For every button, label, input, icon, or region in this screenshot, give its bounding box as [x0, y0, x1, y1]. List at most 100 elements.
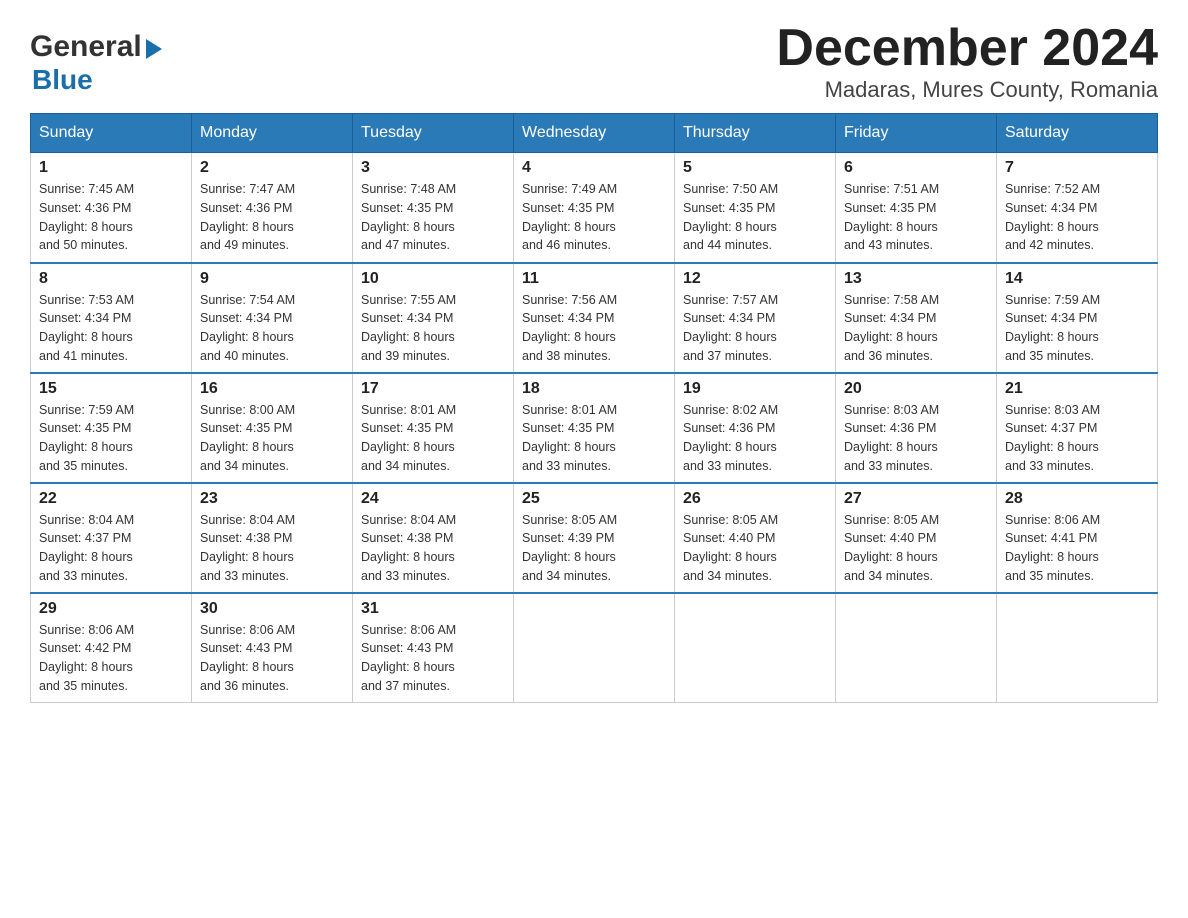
header-wednesday: Wednesday — [514, 114, 675, 153]
calendar-day-cell: 5 Sunrise: 7:50 AM Sunset: 4:35 PM Dayli… — [675, 153, 836, 263]
calendar-day-cell: 14 Sunrise: 7:59 AM Sunset: 4:34 PM Dayl… — [997, 263, 1158, 373]
day-number: 6 — [844, 159, 988, 177]
day-number: 4 — [522, 159, 666, 177]
day-info: Sunrise: 8:06 AM Sunset: 4:43 PM Dayligh… — [200, 621, 344, 696]
calendar-title: December 2024 — [776, 20, 1158, 77]
day-number: 28 — [1005, 490, 1149, 508]
calendar-day-cell — [997, 593, 1158, 703]
day-info: Sunrise: 7:56 AM Sunset: 4:34 PM Dayligh… — [522, 291, 666, 366]
logo: General Blue — [30, 20, 162, 96]
calendar-day-cell: 13 Sunrise: 7:58 AM Sunset: 4:34 PM Dayl… — [836, 263, 997, 373]
day-info: Sunrise: 8:04 AM Sunset: 4:38 PM Dayligh… — [361, 511, 505, 586]
day-info: Sunrise: 8:01 AM Sunset: 4:35 PM Dayligh… — [522, 401, 666, 476]
day-info: Sunrise: 7:51 AM Sunset: 4:35 PM Dayligh… — [844, 180, 988, 255]
day-info: Sunrise: 7:58 AM Sunset: 4:34 PM Dayligh… — [844, 291, 988, 366]
day-number: 14 — [1005, 270, 1149, 288]
day-info: Sunrise: 7:55 AM Sunset: 4:34 PM Dayligh… — [361, 291, 505, 366]
calendar-day-cell: 2 Sunrise: 7:47 AM Sunset: 4:36 PM Dayli… — [192, 153, 353, 263]
day-info: Sunrise: 8:01 AM Sunset: 4:35 PM Dayligh… — [361, 401, 505, 476]
day-info: Sunrise: 8:05 AM Sunset: 4:40 PM Dayligh… — [683, 511, 827, 586]
calendar-day-cell: 7 Sunrise: 7:52 AM Sunset: 4:34 PM Dayli… — [997, 153, 1158, 263]
day-number: 10 — [361, 270, 505, 288]
day-number: 2 — [200, 159, 344, 177]
logo-blue-text: Blue — [32, 64, 93, 96]
calendar-day-cell: 22 Sunrise: 8:04 AM Sunset: 4:37 PM Dayl… — [31, 483, 192, 593]
day-number: 27 — [844, 490, 988, 508]
day-info: Sunrise: 8:02 AM Sunset: 4:36 PM Dayligh… — [683, 401, 827, 476]
day-info: Sunrise: 7:48 AM Sunset: 4:35 PM Dayligh… — [361, 180, 505, 255]
day-number: 9 — [200, 270, 344, 288]
day-info: Sunrise: 8:00 AM Sunset: 4:35 PM Dayligh… — [200, 401, 344, 476]
day-number: 29 — [39, 600, 183, 618]
day-number: 8 — [39, 270, 183, 288]
calendar-day-cell — [675, 593, 836, 703]
day-number: 23 — [200, 490, 344, 508]
page-header: General Blue December 2024 Madaras, Mure… — [30, 20, 1158, 103]
calendar-day-cell: 4 Sunrise: 7:49 AM Sunset: 4:35 PM Dayli… — [514, 153, 675, 263]
day-info: Sunrise: 8:04 AM Sunset: 4:38 PM Dayligh… — [200, 511, 344, 586]
calendar-day-cell: 17 Sunrise: 8:01 AM Sunset: 4:35 PM Dayl… — [353, 373, 514, 483]
day-number: 7 — [1005, 159, 1149, 177]
day-info: Sunrise: 7:54 AM Sunset: 4:34 PM Dayligh… — [200, 291, 344, 366]
calendar-day-cell: 8 Sunrise: 7:53 AM Sunset: 4:34 PM Dayli… — [31, 263, 192, 373]
day-number: 21 — [1005, 380, 1149, 398]
day-info: Sunrise: 8:03 AM Sunset: 4:36 PM Dayligh… — [844, 401, 988, 476]
header-tuesday: Tuesday — [353, 114, 514, 153]
day-info: Sunrise: 7:53 AM Sunset: 4:34 PM Dayligh… — [39, 291, 183, 366]
calendar-table: Sunday Monday Tuesday Wednesday Thursday… — [30, 113, 1158, 703]
day-number: 19 — [683, 380, 827, 398]
calendar-day-cell: 24 Sunrise: 8:04 AM Sunset: 4:38 PM Dayl… — [353, 483, 514, 593]
day-info: Sunrise: 8:04 AM Sunset: 4:37 PM Dayligh… — [39, 511, 183, 586]
calendar-week-row: 1 Sunrise: 7:45 AM Sunset: 4:36 PM Dayli… — [31, 153, 1158, 263]
calendar-day-cell: 10 Sunrise: 7:55 AM Sunset: 4:34 PM Dayl… — [353, 263, 514, 373]
calendar-day-cell: 1 Sunrise: 7:45 AM Sunset: 4:36 PM Dayli… — [31, 153, 192, 263]
day-number: 31 — [361, 600, 505, 618]
day-number: 1 — [39, 159, 183, 177]
calendar-day-cell: 30 Sunrise: 8:06 AM Sunset: 4:43 PM Dayl… — [192, 593, 353, 703]
calendar-day-cell: 21 Sunrise: 8:03 AM Sunset: 4:37 PM Dayl… — [997, 373, 1158, 483]
day-info: Sunrise: 7:45 AM Sunset: 4:36 PM Dayligh… — [39, 180, 183, 255]
day-number: 24 — [361, 490, 505, 508]
logo-arrow-icon — [146, 39, 162, 59]
day-info: Sunrise: 7:47 AM Sunset: 4:36 PM Dayligh… — [200, 180, 344, 255]
day-info: Sunrise: 8:03 AM Sunset: 4:37 PM Dayligh… — [1005, 401, 1149, 476]
calendar-day-cell — [514, 593, 675, 703]
day-info: Sunrise: 8:05 AM Sunset: 4:40 PM Dayligh… — [844, 511, 988, 586]
header-sunday: Sunday — [31, 114, 192, 153]
calendar-day-cell: 29 Sunrise: 8:06 AM Sunset: 4:42 PM Dayl… — [31, 593, 192, 703]
calendar-day-cell: 18 Sunrise: 8:01 AM Sunset: 4:35 PM Dayl… — [514, 373, 675, 483]
day-number: 15 — [39, 380, 183, 398]
calendar-day-cell: 9 Sunrise: 7:54 AM Sunset: 4:34 PM Dayli… — [192, 263, 353, 373]
day-number: 18 — [522, 380, 666, 398]
calendar-week-row: 8 Sunrise: 7:53 AM Sunset: 4:34 PM Dayli… — [31, 263, 1158, 373]
day-number: 25 — [522, 490, 666, 508]
day-number: 20 — [844, 380, 988, 398]
day-number: 17 — [361, 380, 505, 398]
header-monday: Monday — [192, 114, 353, 153]
calendar-week-row: 22 Sunrise: 8:04 AM Sunset: 4:37 PM Dayl… — [31, 483, 1158, 593]
calendar-day-cell: 26 Sunrise: 8:05 AM Sunset: 4:40 PM Dayl… — [675, 483, 836, 593]
day-number: 26 — [683, 490, 827, 508]
calendar-day-cell: 23 Sunrise: 8:04 AM Sunset: 4:38 PM Dayl… — [192, 483, 353, 593]
calendar-day-cell — [836, 593, 997, 703]
day-info: Sunrise: 8:06 AM Sunset: 4:41 PM Dayligh… — [1005, 511, 1149, 586]
calendar-week-row: 29 Sunrise: 8:06 AM Sunset: 4:42 PM Dayl… — [31, 593, 1158, 703]
day-number: 5 — [683, 159, 827, 177]
header-friday: Friday — [836, 114, 997, 153]
day-info: Sunrise: 7:59 AM Sunset: 4:35 PM Dayligh… — [39, 401, 183, 476]
calendar-subtitle: Madaras, Mures County, Romania — [776, 77, 1158, 103]
day-info: Sunrise: 7:52 AM Sunset: 4:34 PM Dayligh… — [1005, 180, 1149, 255]
calendar-day-cell: 3 Sunrise: 7:48 AM Sunset: 4:35 PM Dayli… — [353, 153, 514, 263]
day-info: Sunrise: 8:06 AM Sunset: 4:42 PM Dayligh… — [39, 621, 183, 696]
calendar-header-row: Sunday Monday Tuesday Wednesday Thursday… — [31, 114, 1158, 153]
calendar-day-cell: 27 Sunrise: 8:05 AM Sunset: 4:40 PM Dayl… — [836, 483, 997, 593]
header-thursday: Thursday — [675, 114, 836, 153]
day-number: 16 — [200, 380, 344, 398]
header-saturday: Saturday — [997, 114, 1158, 153]
calendar-day-cell: 31 Sunrise: 8:06 AM Sunset: 4:43 PM Dayl… — [353, 593, 514, 703]
calendar-day-cell: 11 Sunrise: 7:56 AM Sunset: 4:34 PM Dayl… — [514, 263, 675, 373]
day-info: Sunrise: 7:49 AM Sunset: 4:35 PM Dayligh… — [522, 180, 666, 255]
day-number: 30 — [200, 600, 344, 618]
day-info: Sunrise: 7:50 AM Sunset: 4:35 PM Dayligh… — [683, 180, 827, 255]
calendar-day-cell: 20 Sunrise: 8:03 AM Sunset: 4:36 PM Dayl… — [836, 373, 997, 483]
